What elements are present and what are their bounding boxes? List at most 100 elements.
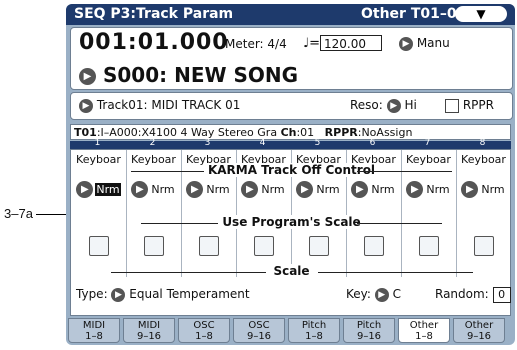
tab-label: Pitch — [301, 320, 327, 331]
tab-sublabel: 9–16 — [466, 331, 492, 342]
use-prog-scale-checkbox[interactable] — [419, 236, 439, 256]
karma-off-popup[interactable]: ▶ Nrm — [236, 181, 291, 198]
random-value: 0 — [492, 287, 511, 303]
divider — [357, 171, 452, 172]
track-number: 4 — [259, 138, 266, 148]
song-select-popup[interactable]: ▶ S000: NEW SONG — [79, 63, 298, 87]
rppr-checkbox[interactable]: RPPR — [445, 98, 494, 113]
page-tab-bar: MIDI 1–8 MIDI 9–16 OSC 1–8 OSC 9–16 Pitch 1–8… — [68, 318, 513, 345]
tab-midi-1-8[interactable]: MIDI 1–8 — [68, 318, 120, 343]
lcd-screen: SEQ P3:Track Param Other T01–08 ▼ 001:01… — [66, 4, 515, 345]
tab-sublabel: 1–8 — [415, 331, 433, 342]
tab-sublabel: 1–8 — [305, 331, 323, 342]
karma-off-value: Nrm — [426, 183, 450, 196]
reso-popup[interactable]: Reso: ▶ Hi — [350, 98, 417, 113]
scale-random-field[interactable]: Random: 0 — [435, 287, 511, 303]
track-number: 7 — [424, 138, 431, 148]
use-prog-scale-header: Use Program's Scale — [71, 215, 512, 229]
karma-off-popup[interactable]: ▶ Nrm — [291, 181, 346, 198]
popup-arrow-icon: ▶ — [399, 36, 413, 51]
tab-sublabel: 9–16 — [356, 331, 382, 342]
tab-label: Other — [409, 320, 439, 331]
popup-arrow-icon: ▶ — [131, 181, 149, 198]
tab-other-9-16[interactable]: Other 9–16 — [453, 318, 505, 343]
karma-off-popup[interactable]: ▶ Nrm — [401, 181, 456, 198]
tempo-mode-popup[interactable]: ▶ Manu — [399, 36, 450, 51]
use-prog-scale-checkbox[interactable] — [474, 236, 494, 256]
checkbox-box — [445, 98, 459, 113]
karma-off-popup[interactable]: ▶ Nrm — [126, 181, 181, 198]
use-prog-scale-checkbox[interactable] — [199, 236, 219, 256]
track-select-popup[interactable]: ▶ Track01: MIDI TRACK 01 — [79, 98, 240, 113]
use-prog-scale-checkbox[interactable] — [89, 236, 109, 256]
tab-sublabel: 9–16 — [136, 331, 162, 342]
popup-arrow-icon: ▶ — [351, 181, 369, 198]
divider — [318, 272, 473, 273]
tab-osc-1-8[interactable]: OSC 1–8 — [178, 318, 230, 343]
location-counter[interactable]: 001:01.000 — [79, 30, 229, 55]
karma-off-value: Nrm — [206, 183, 230, 196]
scale-key-value: C — [392, 287, 401, 301]
popup-arrow-icon: ▶ — [406, 181, 424, 198]
callout-line — [36, 214, 68, 215]
page-subtitle: Other T01–08 — [361, 6, 467, 22]
use-prog-scale-checkbox[interactable] — [144, 236, 164, 256]
track-number: 2 — [149, 138, 156, 148]
page-title: SEQ P3:Track Param — [74, 6, 234, 22]
track-number: 3 — [204, 138, 211, 148]
track-grid: Keyboar Keyboar Keyboar Keyboar Keyboar … — [70, 149, 511, 316]
use-prog-scale-checkbox[interactable] — [254, 236, 274, 256]
tab-other-1-8[interactable]: Other 1–8 — [398, 318, 450, 343]
meter-display[interactable]: Meter: 4/4 — [225, 37, 287, 51]
track-number: 1 — [94, 138, 101, 148]
random-label: Random: — [435, 287, 489, 301]
tab-label: Other — [464, 320, 494, 331]
tempo-field[interactable]: 120.00 — [320, 35, 382, 51]
karma-off-value: Nrm — [481, 183, 505, 196]
scale-type-label: Type: — [76, 287, 108, 301]
scale-type-popup[interactable]: Type: ▶ Equal Temperament — [76, 287, 250, 302]
divider — [111, 272, 266, 273]
tab-sublabel: 1–8 — [195, 331, 213, 342]
reso-label: Reso: — [350, 98, 383, 112]
tab-label: MIDI — [137, 320, 161, 331]
popup-arrow-icon: ▶ — [79, 98, 93, 113]
tab-pitch-9-16[interactable]: Pitch 9–16 — [343, 318, 395, 343]
popup-arrow-icon: ▶ — [386, 98, 401, 113]
callout-label: 3–7a — [4, 206, 33, 221]
tab-osc-9-16[interactable]: OSC 9–16 — [233, 318, 285, 343]
tab-label: OSC — [248, 320, 270, 331]
song-name: S000: NEW SONG — [102, 63, 299, 87]
karma-off-popup[interactable]: ▶ Nrm — [71, 181, 126, 198]
song-panel: 001:01.000 Meter: 4/4 ♩= 120.00 ▶ Manu ▶… — [70, 27, 513, 90]
karma-off-popup[interactable]: ▶ Nrm — [346, 181, 401, 198]
popup-arrow-icon: ▶ — [79, 68, 96, 85]
use-prog-header: Use Program's Scale — [218, 215, 365, 229]
tab-sublabel: 9–16 — [246, 331, 272, 342]
chevron-down-icon: ▼ — [476, 7, 486, 21]
page-menu-button[interactable]: ▼ — [455, 6, 507, 22]
popup-arrow-icon: ▶ — [241, 181, 259, 198]
popup-arrow-icon: ▶ — [296, 181, 314, 198]
scale-key-popup[interactable]: Key: ▶ C — [346, 287, 401, 302]
popup-arrow-icon: ▶ — [186, 181, 204, 198]
use-prog-scale-checkbox[interactable] — [309, 236, 329, 256]
tab-pitch-1-8[interactable]: Pitch 1–8 — [288, 318, 340, 343]
tempo-label: ♩= — [303, 36, 321, 51]
karma-off-value: Nrm — [151, 183, 175, 196]
tab-midi-9-16[interactable]: MIDI 9–16 — [123, 318, 175, 343]
scale-section-header: Scale — [71, 264, 512, 278]
karma-off-popup[interactable]: ▶ Nrm — [181, 181, 236, 198]
track-number: 8 — [479, 138, 486, 148]
use-prog-scale-checkbox[interactable] — [364, 236, 384, 256]
title-bar: SEQ P3:Track Param Other T01–08 ▼ — [66, 4, 515, 25]
track-label: Track01: MIDI TRACK 01 — [96, 98, 241, 112]
popup-arrow-icon: ▶ — [111, 287, 126, 302]
popup-arrow-icon: ▶ — [374, 287, 389, 302]
karma-off-popup[interactable]: ▶ Nrm — [456, 181, 511, 198]
popup-arrow-icon: ▶ — [461, 181, 479, 198]
scale-header: Scale — [269, 264, 314, 278]
karma-off-value: Nrm — [316, 183, 340, 196]
popup-arrow-icon: ▶ — [76, 181, 94, 198]
scale-type-value: Equal Temperament — [129, 287, 250, 301]
